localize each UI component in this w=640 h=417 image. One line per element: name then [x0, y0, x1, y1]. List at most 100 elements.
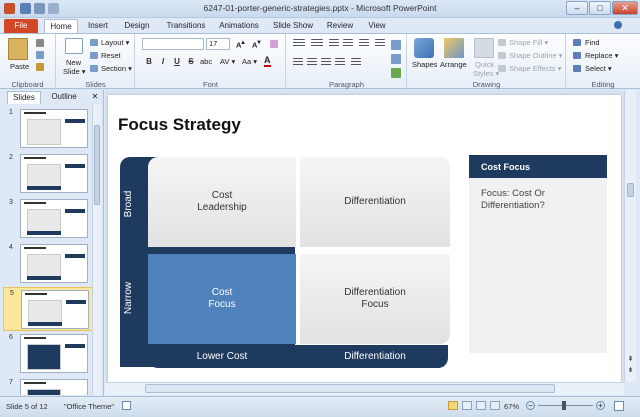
- zoom-slider-thumb[interactable]: [562, 401, 566, 410]
- columns-split-icon[interactable]: [351, 58, 361, 66]
- paste-button[interactable]: Paste: [10, 62, 29, 71]
- shapes-button[interactable]: Shapes: [412, 60, 437, 69]
- underline-button[interactable]: U: [172, 57, 182, 67]
- change-case-button[interactable]: Aa ▾: [242, 57, 257, 66]
- arrange-button[interactable]: Arrange: [440, 60, 467, 69]
- font-size-field[interactable]: 17: [206, 38, 230, 50]
- new-slide-icon[interactable]: [65, 38, 83, 54]
- help-icon[interactable]: [614, 21, 622, 29]
- tab-file[interactable]: File: [4, 19, 38, 33]
- replace-button[interactable]: Replace ▾: [585, 51, 618, 60]
- tab-home[interactable]: Home: [44, 19, 78, 33]
- align-right-icon[interactable]: [321, 58, 331, 66]
- quick-styles-icon[interactable]: [474, 38, 494, 58]
- zoom-out-icon[interactable]: −: [526, 401, 535, 410]
- reset-button[interactable]: Reset: [101, 51, 121, 60]
- editor-vertical-scrollbar[interactable]: ⇞ ⇟: [624, 90, 636, 382]
- tab-animations[interactable]: Animations: [216, 19, 262, 33]
- arrange-icon[interactable]: [444, 38, 464, 58]
- font-name-field[interactable]: [142, 38, 204, 50]
- section-button[interactable]: Section ▾: [101, 64, 132, 73]
- shadow-button[interactable]: abc: [200, 57, 212, 66]
- zoom-level[interactable]: 67%: [504, 402, 519, 411]
- new-slide-label[interactable]: New: [66, 58, 81, 67]
- replace-icon: [573, 52, 581, 59]
- scroll-thumb[interactable]: [94, 125, 100, 205]
- side-box[interactable]: [469, 155, 607, 353]
- quick-label[interactable]: Quick: [475, 60, 494, 69]
- grow-font-icon[interactable]: A▴: [236, 39, 245, 50]
- next-slide-icon[interactable]: ⇟: [626, 367, 635, 375]
- layout-button[interactable]: Layout ▾: [101, 38, 129, 47]
- zoom-in-icon[interactable]: +: [596, 401, 605, 410]
- normal-view-icon[interactable]: [448, 401, 458, 410]
- char-spacing-button[interactable]: AV ▾: [220, 57, 235, 66]
- close-pane-icon[interactable]: ✕: [89, 91, 101, 104]
- font-color-button[interactable]: A: [264, 55, 271, 67]
- line-spacing-icon[interactable]: [359, 39, 369, 47]
- format-painter-icon[interactable]: [36, 63, 44, 71]
- bold-button[interactable]: B: [144, 57, 154, 67]
- select-button[interactable]: Select ▾: [585, 64, 612, 73]
- slide-thumbnail[interactable]: 2: [3, 152, 93, 196]
- align-text-icon[interactable]: [391, 54, 401, 64]
- shapes-icon[interactable]: [414, 38, 434, 58]
- shrink-font-icon[interactable]: A▾: [252, 39, 261, 50]
- cut-icon[interactable]: [36, 39, 44, 47]
- strikethrough-button[interactable]: S: [186, 57, 196, 67]
- cell-differentiation-focus[interactable]: Differentiation Focus: [300, 254, 450, 344]
- slide-canvas[interactable]: Focus Strategy Broad Narrow Cost Leaders…: [108, 95, 621, 382]
- cell-cost-focus[interactable]: Cost Focus: [148, 254, 296, 344]
- new-slide-dropdown[interactable]: Slide ▾: [63, 67, 86, 76]
- maximize-button[interactable]: □: [589, 1, 611, 15]
- slide-thumbnail[interactable]: 3: [3, 197, 93, 241]
- scroll-thumb[interactable]: [627, 183, 634, 197]
- tab-design[interactable]: Design: [120, 19, 154, 33]
- shape-outline-button[interactable]: Shape Outline ▾: [509, 51, 562, 60]
- slide-thumbnail[interactable]: 6: [3, 332, 93, 376]
- reading-view-icon[interactable]: [476, 401, 486, 410]
- bullets-icon[interactable]: [293, 39, 305, 47]
- slide-thumbnail[interactable]: 4: [3, 242, 93, 286]
- cell-differentiation[interactable]: Differentiation: [300, 157, 450, 247]
- tab-transitions[interactable]: Transitions: [162, 19, 210, 33]
- smartart-icon[interactable]: [391, 68, 401, 78]
- slide-thumbnail-selected[interactable]: 5: [3, 287, 93, 331]
- shape-effects-button[interactable]: Shape Effects ▾: [509, 64, 561, 73]
- tab-slide-show[interactable]: Slide Show: [270, 19, 316, 33]
- find-button[interactable]: Find: [585, 38, 600, 47]
- editor-horizontal-scrollbar[interactable]: [105, 382, 624, 395]
- numbering-icon[interactable]: [311, 39, 323, 47]
- tab-view[interactable]: View: [364, 19, 390, 33]
- scroll-thumb[interactable]: [145, 384, 555, 393]
- slides-pane-scrollbar[interactable]: [92, 105, 101, 395]
- quick-styles-button[interactable]: Styles ▾: [473, 69, 499, 78]
- slide-title[interactable]: Focus Strategy: [118, 115, 241, 135]
- increase-indent-icon[interactable]: [343, 39, 353, 47]
- paste-icon[interactable]: [8, 38, 28, 60]
- align-center-icon[interactable]: [307, 58, 317, 66]
- tab-review[interactable]: Review: [323, 19, 357, 33]
- slide-show-icon[interactable]: [490, 401, 500, 410]
- slide-thumbnail[interactable]: 1: [3, 107, 93, 151]
- minimize-button[interactable]: –: [566, 1, 588, 15]
- close-button[interactable]: ✕: [612, 1, 638, 15]
- justify-icon[interactable]: [335, 58, 345, 66]
- clear-format-icon[interactable]: [270, 40, 278, 48]
- italic-button[interactable]: I: [158, 57, 168, 67]
- slide-sorter-icon[interactable]: [462, 401, 472, 410]
- shape-fill-button[interactable]: Shape Fill ▾: [509, 38, 548, 47]
- tab-slides[interactable]: Slides: [7, 91, 41, 104]
- cell-cost-leadership[interactable]: Cost Leadership: [148, 157, 296, 247]
- tab-insert[interactable]: Insert: [83, 19, 113, 33]
- align-left-icon[interactable]: [293, 58, 303, 66]
- decrease-indent-icon[interactable]: [329, 39, 339, 47]
- spell-check-icon[interactable]: [122, 401, 131, 410]
- text-direction-icon[interactable]: [391, 40, 401, 50]
- slide-thumbnail[interactable]: 7: [3, 377, 93, 395]
- columns-icon[interactable]: [375, 39, 385, 47]
- fit-to-window-icon[interactable]: [614, 401, 624, 411]
- previous-slide-icon[interactable]: ⇞: [626, 356, 635, 364]
- copy-icon[interactable]: [36, 51, 44, 59]
- tab-outline[interactable]: Outline: [45, 91, 83, 104]
